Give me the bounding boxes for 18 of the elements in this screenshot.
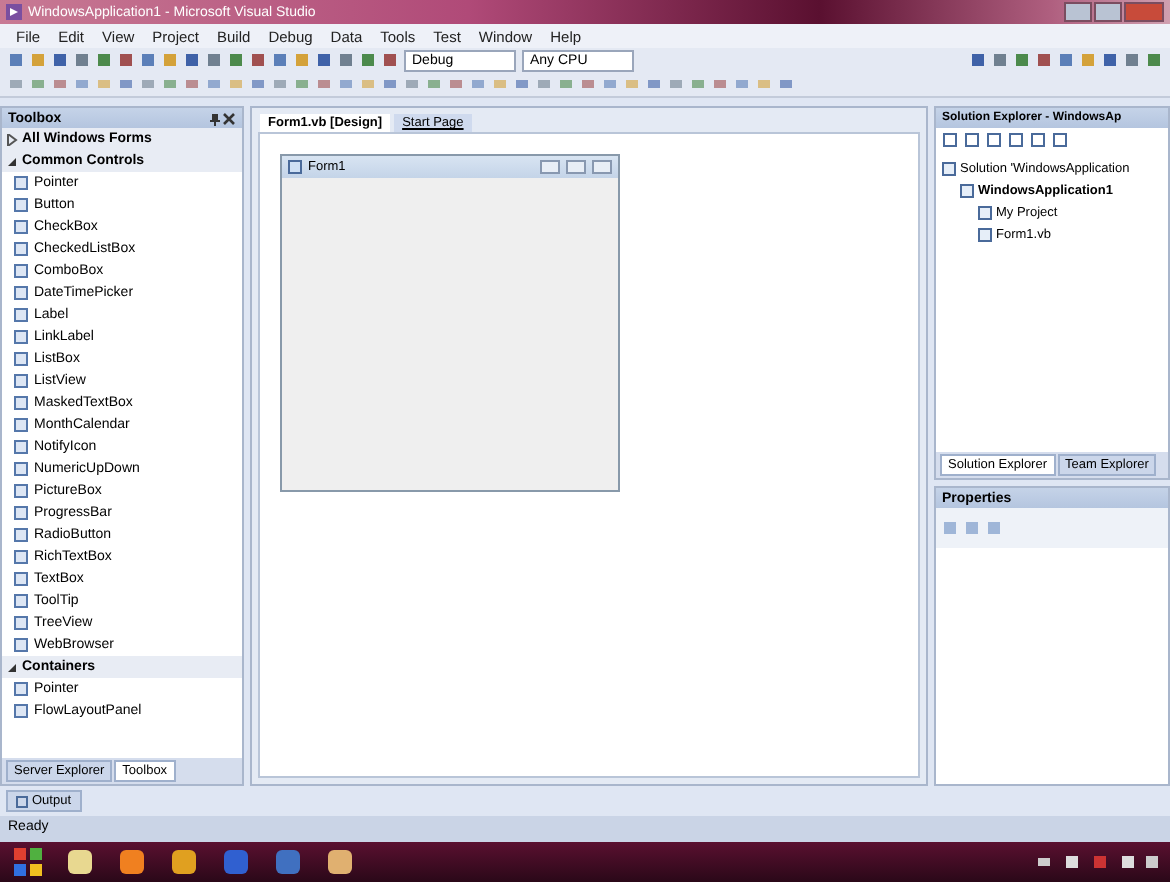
- app-icon: [6, 4, 22, 20]
- minimize-button[interactable]: [1064, 2, 1092, 22]
- collapse-triangle-icon: [6, 661, 18, 673]
- taskbar-app-icon[interactable]: [116, 846, 148, 878]
- close-icon[interactable]: [222, 111, 236, 125]
- pin-icon[interactable]: [208, 111, 222, 125]
- maximize-icon[interactable]: [566, 160, 586, 174]
- system-tray-drawing: [1038, 852, 1158, 872]
- form-icon: [288, 160, 302, 174]
- taskbar-app-icon[interactable]: [324, 846, 356, 878]
- taskbar-app-icon[interactable]: [64, 846, 96, 878]
- taskbar-app-icon[interactable]: [168, 846, 200, 878]
- output-icon: [16, 795, 28, 807]
- start-button-icon[interactable]: [12, 846, 44, 878]
- minimize-icon[interactable]: [540, 160, 560, 174]
- expand-triangle-icon: [6, 133, 18, 145]
- maximize-button[interactable]: [1094, 2, 1122, 22]
- collapse-triangle-icon: [6, 155, 18, 167]
